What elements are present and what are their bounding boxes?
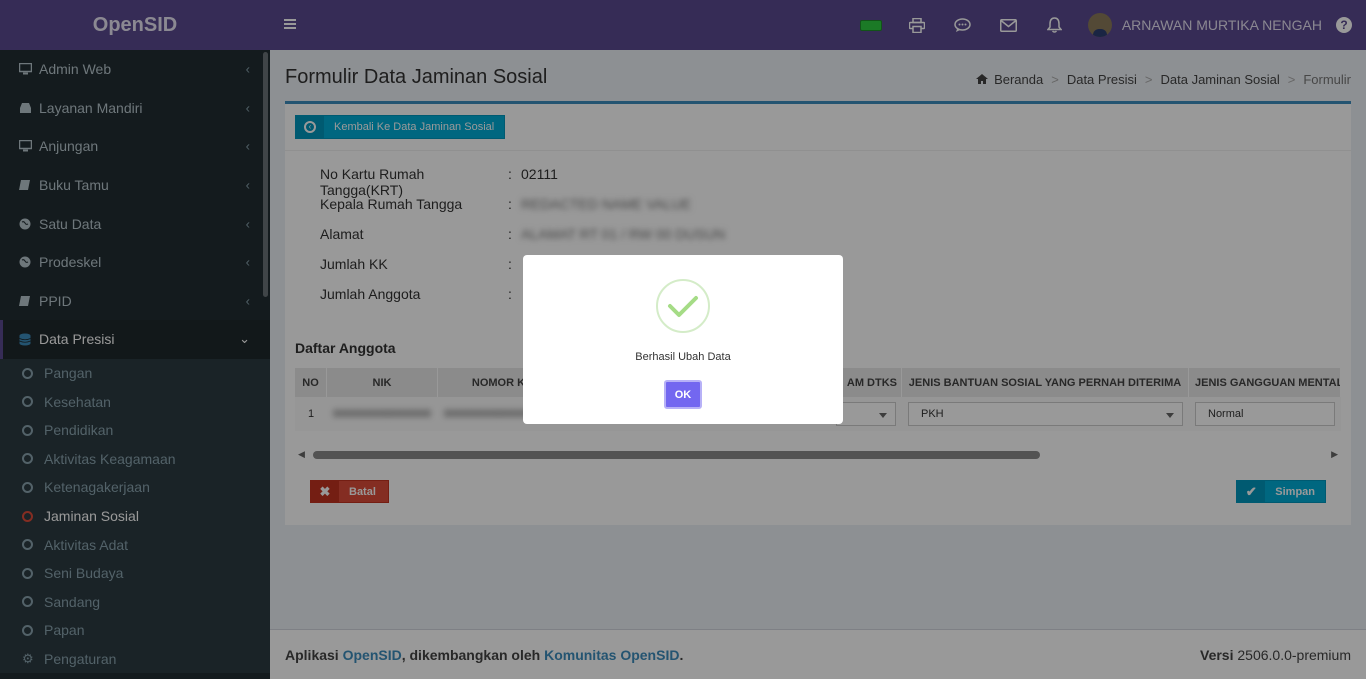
ok-button[interactable]: OK	[664, 380, 702, 409]
dialog-message: Berhasil Ubah Data	[635, 351, 731, 363]
success-check-icon	[656, 279, 710, 333]
success-dialog: Berhasil Ubah Data OK	[523, 255, 843, 424]
